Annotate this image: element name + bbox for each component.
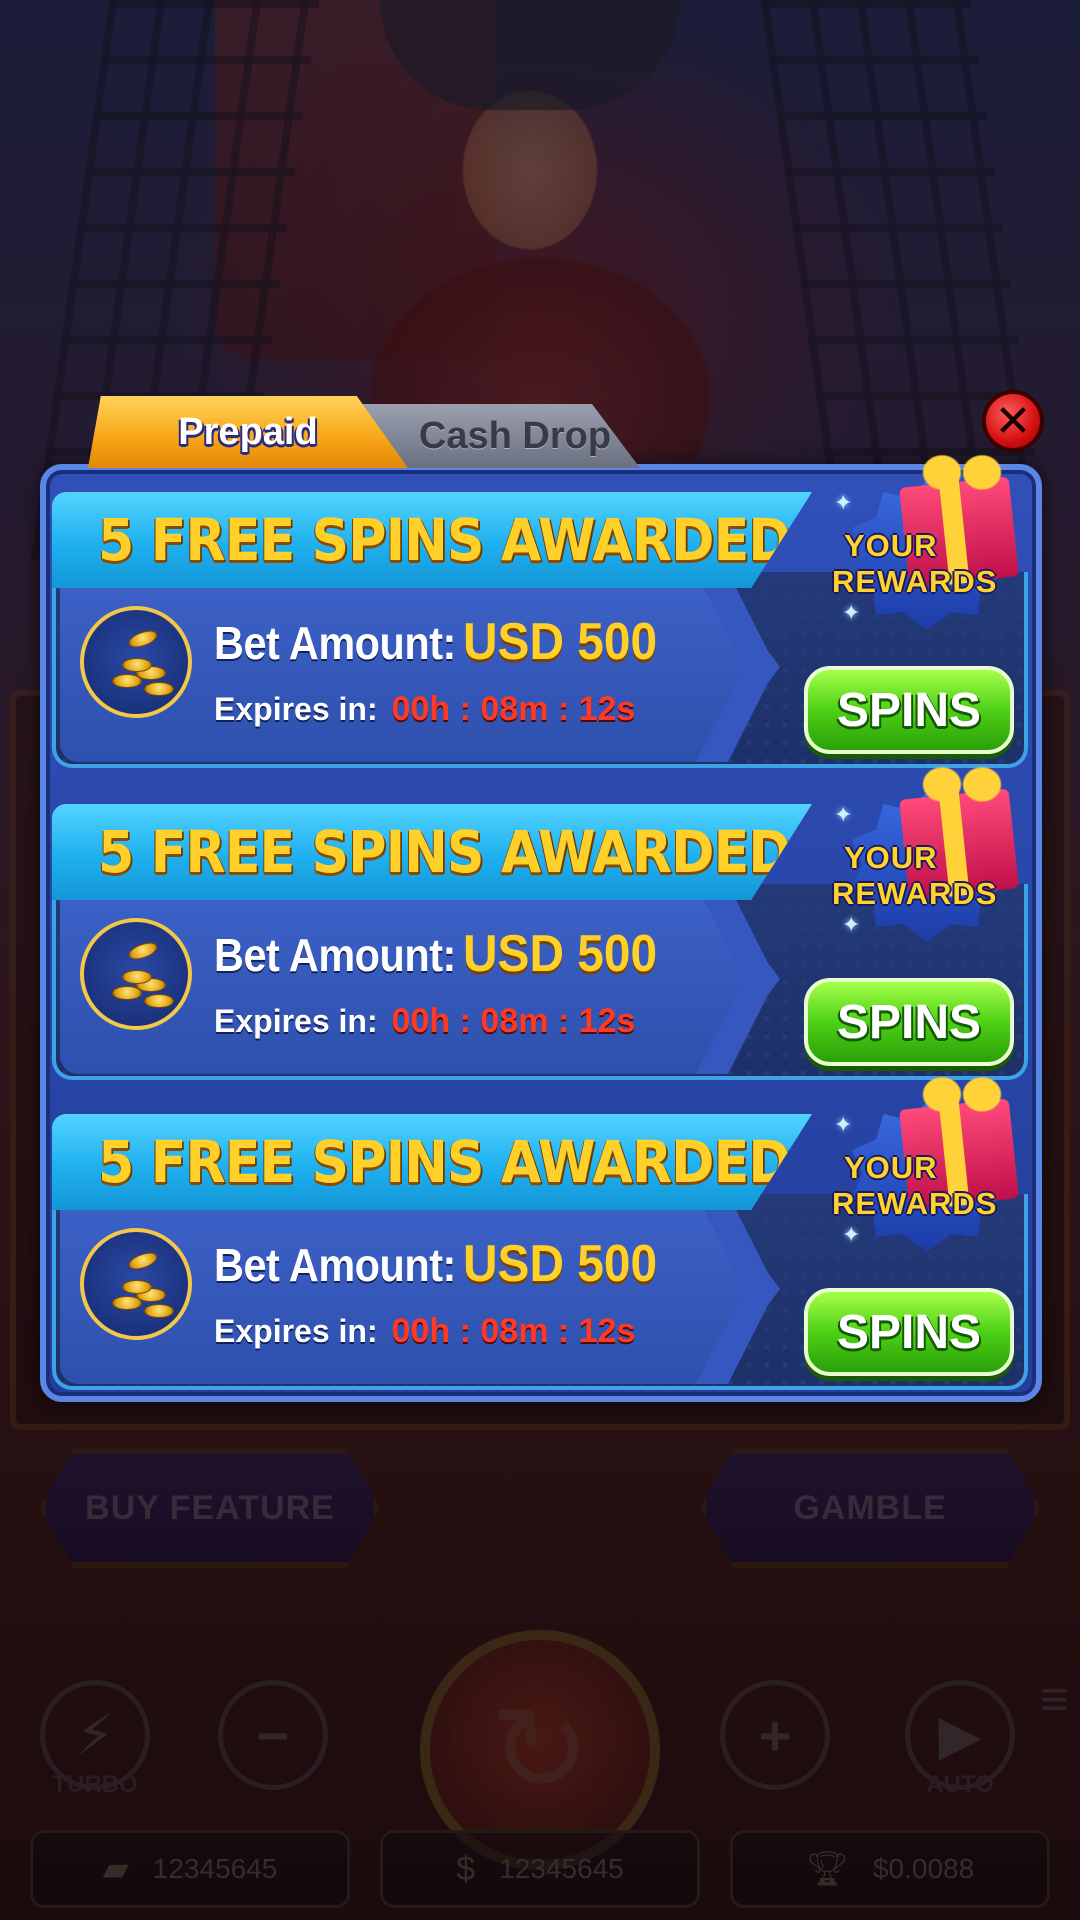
- tab-prepaid[interactable]: Prepaid: [88, 396, 408, 468]
- your-rewards-badge: YOUR REWARDS ✦ ✦: [832, 752, 1032, 952]
- reward-title: 5 FREE SPINS AWARDED: [98, 1128, 792, 1196]
- close-icon: ✕: [994, 396, 1032, 446]
- badge-text: YOUR REWARDS: [832, 840, 1042, 912]
- bet-amount-value: USD 500: [462, 925, 657, 983]
- bet-amount-value: USD 500: [462, 613, 657, 671]
- sparkle-icon: ✦: [834, 1112, 853, 1137]
- bet-amount-label: Bet Amount:: [214, 929, 456, 981]
- badge-line-1: YOUR: [844, 528, 938, 563]
- expires-line: Expires in: 00h : 08m : 12s: [214, 1002, 635, 1041]
- gold-coins-icon: [80, 918, 192, 1030]
- badge-line-1: YOUR: [844, 1150, 938, 1185]
- badge-text: YOUR REWARDS: [832, 528, 1042, 600]
- bet-amount-line: Bet Amount: USD 500: [214, 612, 674, 672]
- gift-bow-icon: [922, 758, 1002, 802]
- bet-amount-value: USD 500: [462, 1235, 657, 1293]
- expires-countdown: 00h : 08m : 12s: [391, 1312, 636, 1350]
- gold-coins-icon: [80, 606, 192, 718]
- sparkle-icon: ✦: [834, 490, 853, 515]
- spins-button[interactable]: SPINS: [804, 1288, 1014, 1376]
- reward-card: 5 FREE SPINS AWARDED Bet Amount: USD 500…: [52, 758, 1028, 1082]
- gold-coins-icon: [80, 1228, 192, 1340]
- reward-card: 5 FREE SPINS AWARDED Bet Amount: USD 500…: [52, 446, 1028, 770]
- badge-line-2: REWARDS: [832, 1186, 998, 1221]
- badge-line-1: YOUR: [844, 840, 938, 875]
- sparkle-icon: ✦: [842, 600, 861, 625]
- expires-countdown: 00h : 08m : 12s: [391, 1002, 636, 1040]
- gift-bow-icon: [922, 446, 1002, 490]
- bet-amount-line: Bet Amount: USD 500: [214, 1234, 674, 1294]
- badge-text: YOUR REWARDS: [832, 1150, 1042, 1222]
- close-button[interactable]: ✕: [982, 390, 1044, 452]
- expires-countdown: 00h : 08m : 12s: [391, 690, 636, 728]
- reward-title: 5 FREE SPINS AWARDED: [98, 506, 792, 574]
- sparkle-icon: ✦: [842, 1222, 861, 1247]
- bet-amount-label: Bet Amount:: [214, 617, 456, 669]
- expires-label: Expires in:: [214, 691, 378, 727]
- badge-line-2: REWARDS: [832, 876, 998, 911]
- expires-label: Expires in:: [214, 1003, 378, 1039]
- gift-bow-icon: [922, 1068, 1002, 1112]
- bet-amount-label: Bet Amount:: [214, 1239, 456, 1291]
- card-header: 5 FREE SPINS AWARDED: [52, 804, 812, 900]
- reward-card: 5 FREE SPINS AWARDED Bet Amount: USD 500…: [52, 1068, 1028, 1392]
- card-header: 5 FREE SPINS AWARDED: [52, 1114, 812, 1210]
- expires-label: Expires in:: [214, 1313, 378, 1349]
- expires-line: Expires in: 00h : 08m : 12s: [214, 1312, 635, 1351]
- spins-button[interactable]: SPINS: [804, 978, 1014, 1066]
- bet-amount-line: Bet Amount: USD 500: [214, 924, 674, 984]
- card-header: 5 FREE SPINS AWARDED: [52, 492, 812, 588]
- sparkle-icon: ✦: [842, 912, 861, 937]
- reward-title: 5 FREE SPINS AWARDED: [98, 818, 792, 886]
- spins-button[interactable]: SPINS: [804, 666, 1014, 754]
- sparkle-icon: ✦: [834, 802, 853, 827]
- your-rewards-badge: YOUR REWARDS ✦ ✦: [832, 1062, 1032, 1262]
- badge-line-2: REWARDS: [832, 564, 998, 599]
- your-rewards-badge: YOUR REWARDS ✦ ✦: [832, 440, 1032, 640]
- expires-line: Expires in: 00h : 08m : 12s: [214, 690, 635, 729]
